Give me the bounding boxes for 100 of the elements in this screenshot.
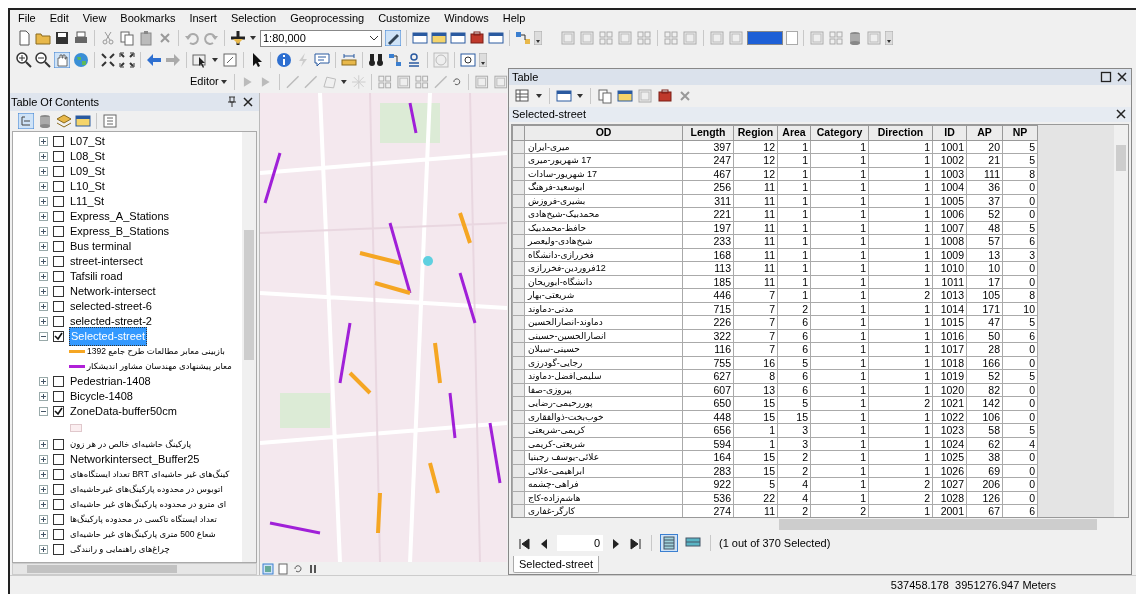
layer-name[interactable]: شعاع 500 متری پارکینگ‌های غیر حاشیه‌ای [69,528,217,541]
checkbox[interactable] [53,454,64,465]
data-view-icon[interactable] [262,562,274,575]
column-header[interactable]: NP [1002,125,1038,141]
table-tab[interactable]: Selected-street [513,556,599,574]
scrollbar-thumb[interactable] [244,230,254,360]
column-header[interactable]: AP [966,125,1003,141]
ruler-icon[interactable] [341,51,357,68]
layer-name[interactable]: selected-street-6 [69,298,153,315]
toolbar-options-icon[interactable] [885,31,893,45]
checkbox[interactable] [53,544,64,555]
expand-icon[interactable] [39,440,48,449]
expand-icon[interactable] [39,392,48,401]
magnifier-window-icon[interactable] [460,51,476,68]
toolbar-options-icon[interactable] [479,52,487,67]
network-icon[interactable] [515,30,531,46]
expand-icon[interactable] [39,137,48,146]
checkbox[interactable] [53,166,64,177]
copy-icon[interactable] [119,30,135,46]
clear-selection-icon[interactable] [222,51,238,68]
checkbox[interactable] [53,499,64,510]
checkbox[interactable] [53,241,64,252]
menu-item[interactable]: Selection [230,10,277,27]
expand-icon[interactable] [39,152,48,161]
layer-name[interactable]: street-intersect [69,253,144,270]
list-tree-icon[interactable] [18,113,34,129]
checkbox[interactable] [53,196,64,207]
toolbox-icon[interactable] [469,30,485,46]
color-field[interactable] [747,31,783,45]
database-icon[interactable] [37,113,53,129]
options-list-icon[interactable] [102,113,118,129]
table-options-icon[interactable] [515,87,531,104]
checkbox[interactable] [53,181,64,192]
expand-icon[interactable] [39,197,48,206]
checkbox[interactable] [53,331,64,342]
layer-name[interactable]: اتوبوس در محدوده پارکینگ‌های غیرحاشیه‌ای [69,483,224,496]
chevron-down-icon[interactable] [369,34,379,42]
arrows-out-icon[interactable] [119,51,135,68]
expand-icon[interactable] [39,317,48,326]
add-data-icon[interactable] [230,30,246,46]
copy-icon[interactable] [597,87,613,104]
layer-name[interactable]: Networkintersect_Buffer25 [69,451,201,468]
layer-name[interactable]: Express_B_Stations [69,223,171,240]
menu-item[interactable]: Help [502,10,526,27]
window-icon[interactable] [75,113,91,129]
checkbox[interactable] [53,439,64,450]
database-icon[interactable] [847,30,863,46]
select-features-icon[interactable] [192,51,208,68]
menu-item[interactable]: Bookmarks [120,10,176,27]
all-records-icon[interactable] [660,534,678,553]
layer-name[interactable]: Tafsili road [69,268,124,285]
expand-icon[interactable] [39,515,48,524]
menu-item[interactable]: View [82,10,107,27]
checkbox[interactable] [53,484,64,495]
expand-icon[interactable] [39,212,48,221]
layer-name[interactable]: ای مترو در محدوده پارکینگ‌های غیر حاشیه‌ای [69,498,228,511]
menu-item[interactable]: Customize [378,10,431,27]
close-icon[interactable] [1116,71,1128,83]
globe-icon[interactable] [73,51,89,68]
checkbox[interactable] [53,211,64,222]
zoom-in-icon[interactable] [16,51,32,68]
scrollbar-thumb[interactable] [1116,144,1126,171]
expand-icon[interactable] [39,287,48,296]
checkbox[interactable] [53,376,64,387]
hand-icon[interactable] [54,51,70,68]
layer-name[interactable]: Express_A_Stations [69,208,171,225]
layer-name[interactable]: ZoneData-buffer50cm [69,403,178,420]
close-icon[interactable] [1115,108,1127,121]
layer-name[interactable]: Network-intersect [69,283,157,300]
menu-item[interactable]: File [18,10,36,27]
scrollbar[interactable] [12,563,257,575]
layers-icon[interactable] [56,113,72,129]
column-header[interactable]: Region [733,125,778,141]
toolbox-icon[interactable] [657,87,673,104]
menu-item[interactable]: Windows [444,10,489,27]
close-icon[interactable] [242,96,254,108]
first-record-icon[interactable] [517,536,531,551]
checkbox[interactable] [53,316,64,327]
zoom-out-icon[interactable] [35,51,51,68]
column-header[interactable]: Direction [868,125,933,141]
expand-icon[interactable] [39,242,48,251]
expand-icon[interactable] [39,272,48,281]
pencil-icon[interactable] [385,30,401,46]
new-document-icon[interactable] [16,30,32,46]
scale-dropdown[interactable]: 1:80,000 [260,29,382,47]
record-field[interactable]: 0 [557,535,603,552]
checkbox[interactable] [53,406,64,417]
checkbox[interactable] [53,529,64,540]
layer-name[interactable]: چراغ‌های راهنمایی و رانندگی [69,543,171,556]
last-record-icon[interactable] [629,536,643,551]
expand-icon[interactable] [39,167,48,176]
layer-name[interactable]: L10_St [69,178,106,195]
scrollbar[interactable] [242,132,256,562]
scrollbar-thumb[interactable] [27,565,177,573]
checkbox[interactable] [53,136,64,147]
expand-icon[interactable] [39,455,48,464]
checkbox[interactable] [53,286,64,297]
column-header[interactable]: Area [777,125,811,141]
collapse-icon[interactable] [39,332,48,341]
dropdown[interactable] [786,31,798,45]
